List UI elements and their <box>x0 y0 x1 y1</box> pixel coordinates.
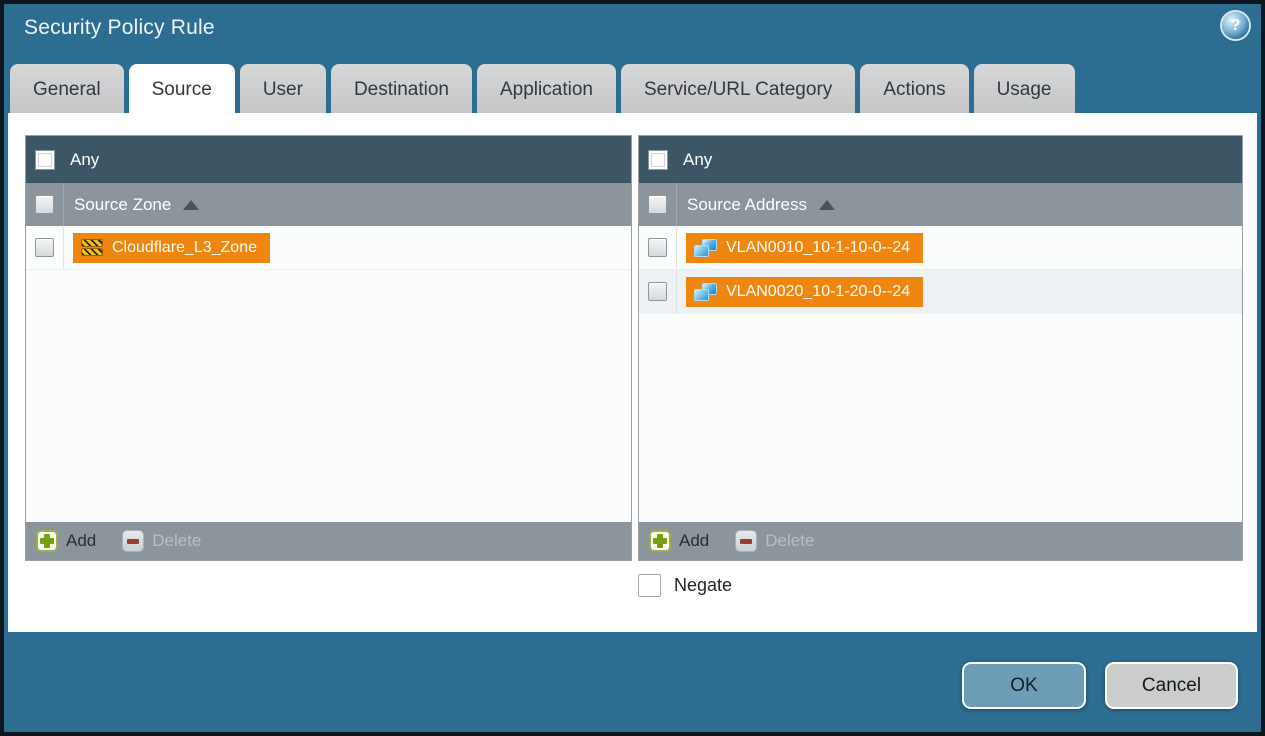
tab-service-url-category[interactable]: Service/URL Category <box>620 64 856 113</box>
address-item[interactable]: VLAN0010_10-1-10-0--24 <box>686 232 924 263</box>
zone-item-label: Cloudflare_L3_Zone <box>112 238 257 256</box>
source-zone-any-header: Any <box>26 136 631 183</box>
add-button-label: Add <box>679 531 710 550</box>
source-zone-select-all-cell <box>26 183 64 226</box>
delete-button-label: Delete <box>152 531 202 550</box>
source-address-select-all-cell <box>639 183 677 226</box>
help-icon[interactable]: ? <box>1222 12 1249 39</box>
cancel-button[interactable]: Cancel <box>1105 662 1238 709</box>
row-checkbox-cell <box>26 226 64 269</box>
source-tab-content: Any Source Zone Cloudflare_L3_Zone Add D… <box>8 113 1257 632</box>
tab-destination[interactable]: Destination <box>330 64 472 113</box>
minus-icon <box>122 530 145 552</box>
source-zone-any-label: Any <box>70 149 100 169</box>
add-button[interactable]: Add <box>649 530 709 552</box>
question-mark-glyph: ? <box>1230 16 1241 34</box>
tab-general[interactable]: General <box>10 64 124 113</box>
source-zone-select-all-checkbox[interactable] <box>35 195 54 214</box>
tab-actions[interactable]: Actions <box>860 64 969 113</box>
zone-item[interactable]: Cloudflare_L3_Zone <box>73 232 270 263</box>
negate-option: Negate <box>638 574 732 597</box>
network-icon <box>694 238 717 257</box>
source-zone-panel: Any Source Zone Cloudflare_L3_Zone Add D… <box>25 135 632 561</box>
source-zone-footer: Add Delete <box>26 522 631 560</box>
source-address-any-header: Any <box>639 136 1242 183</box>
source-address-any-label: Any <box>683 149 713 169</box>
source-zone-column-label: Source Zone <box>74 194 172 214</box>
row-checkbox-cell <box>639 226 677 269</box>
delete-button[interactable]: Delete <box>122 530 201 552</box>
negate-label: Negate <box>674 575 733 595</box>
row-checkbox[interactable] <box>35 238 54 257</box>
tab-user[interactable]: User <box>239 64 326 113</box>
source-zone-any-checkbox[interactable] <box>35 149 55 170</box>
sort-ascending-icon[interactable] <box>819 199 836 210</box>
row-checkbox-cell <box>639 270 677 313</box>
table-row: VLAN0010_10-1-10-0--24 <box>639 226 1242 270</box>
tab-usage[interactable]: Usage <box>973 64 1075 113</box>
source-zone-column-header: Source Zone <box>26 183 631 226</box>
plus-icon <box>649 530 671 552</box>
source-address-column-label: Source Address <box>687 194 808 214</box>
source-address-footer: Add Delete <box>639 522 1242 560</box>
sort-ascending-icon[interactable] <box>183 199 200 210</box>
tab-bar: General Source User Destination Applicat… <box>10 64 1075 113</box>
ok-button[interactable]: OK <box>962 662 1086 709</box>
delete-button-label: Delete <box>765 531 815 550</box>
address-item-label: VLAN0010_10-1-10-0--24 <box>726 238 911 256</box>
address-item[interactable]: VLAN0020_10-1-20-0--24 <box>686 276 924 307</box>
source-address-any-checkbox[interactable] <box>648 149 668 170</box>
source-zone-rows: Cloudflare_L3_Zone <box>26 226 631 522</box>
zone-icon <box>81 239 103 256</box>
minus-icon <box>735 530 758 552</box>
delete-button[interactable]: Delete <box>735 530 814 552</box>
table-row: Cloudflare_L3_Zone <box>26 226 631 270</box>
negate-checkbox[interactable] <box>638 574 661 597</box>
table-row: VLAN0020_10-1-20-0--24 <box>639 270 1242 314</box>
source-address-column-header: Source Address <box>639 183 1242 226</box>
add-button-label: Add <box>66 531 97 550</box>
dialog-title: Security Policy Rule <box>24 16 215 39</box>
source-address-rows: VLAN0010_10-1-10-0--24 VLAN0020_10-1-20-… <box>639 226 1242 522</box>
add-button[interactable]: Add <box>36 530 96 552</box>
tab-source[interactable]: Source <box>128 64 235 113</box>
source-address-select-all-checkbox[interactable] <box>648 195 667 214</box>
row-checkbox[interactable] <box>648 238 667 257</box>
security-policy-rule-dialog: Security Policy Rule ? General Source Us… <box>0 0 1265 736</box>
tab-application[interactable]: Application <box>477 64 616 113</box>
plus-icon <box>36 530 58 552</box>
source-address-panel: Any Source Address VLAN0010_10-1-10-0--2… <box>638 135 1243 561</box>
address-item-label: VLAN0020_10-1-20-0--24 <box>726 282 911 300</box>
row-checkbox[interactable] <box>648 282 667 301</box>
network-icon <box>694 282 717 301</box>
